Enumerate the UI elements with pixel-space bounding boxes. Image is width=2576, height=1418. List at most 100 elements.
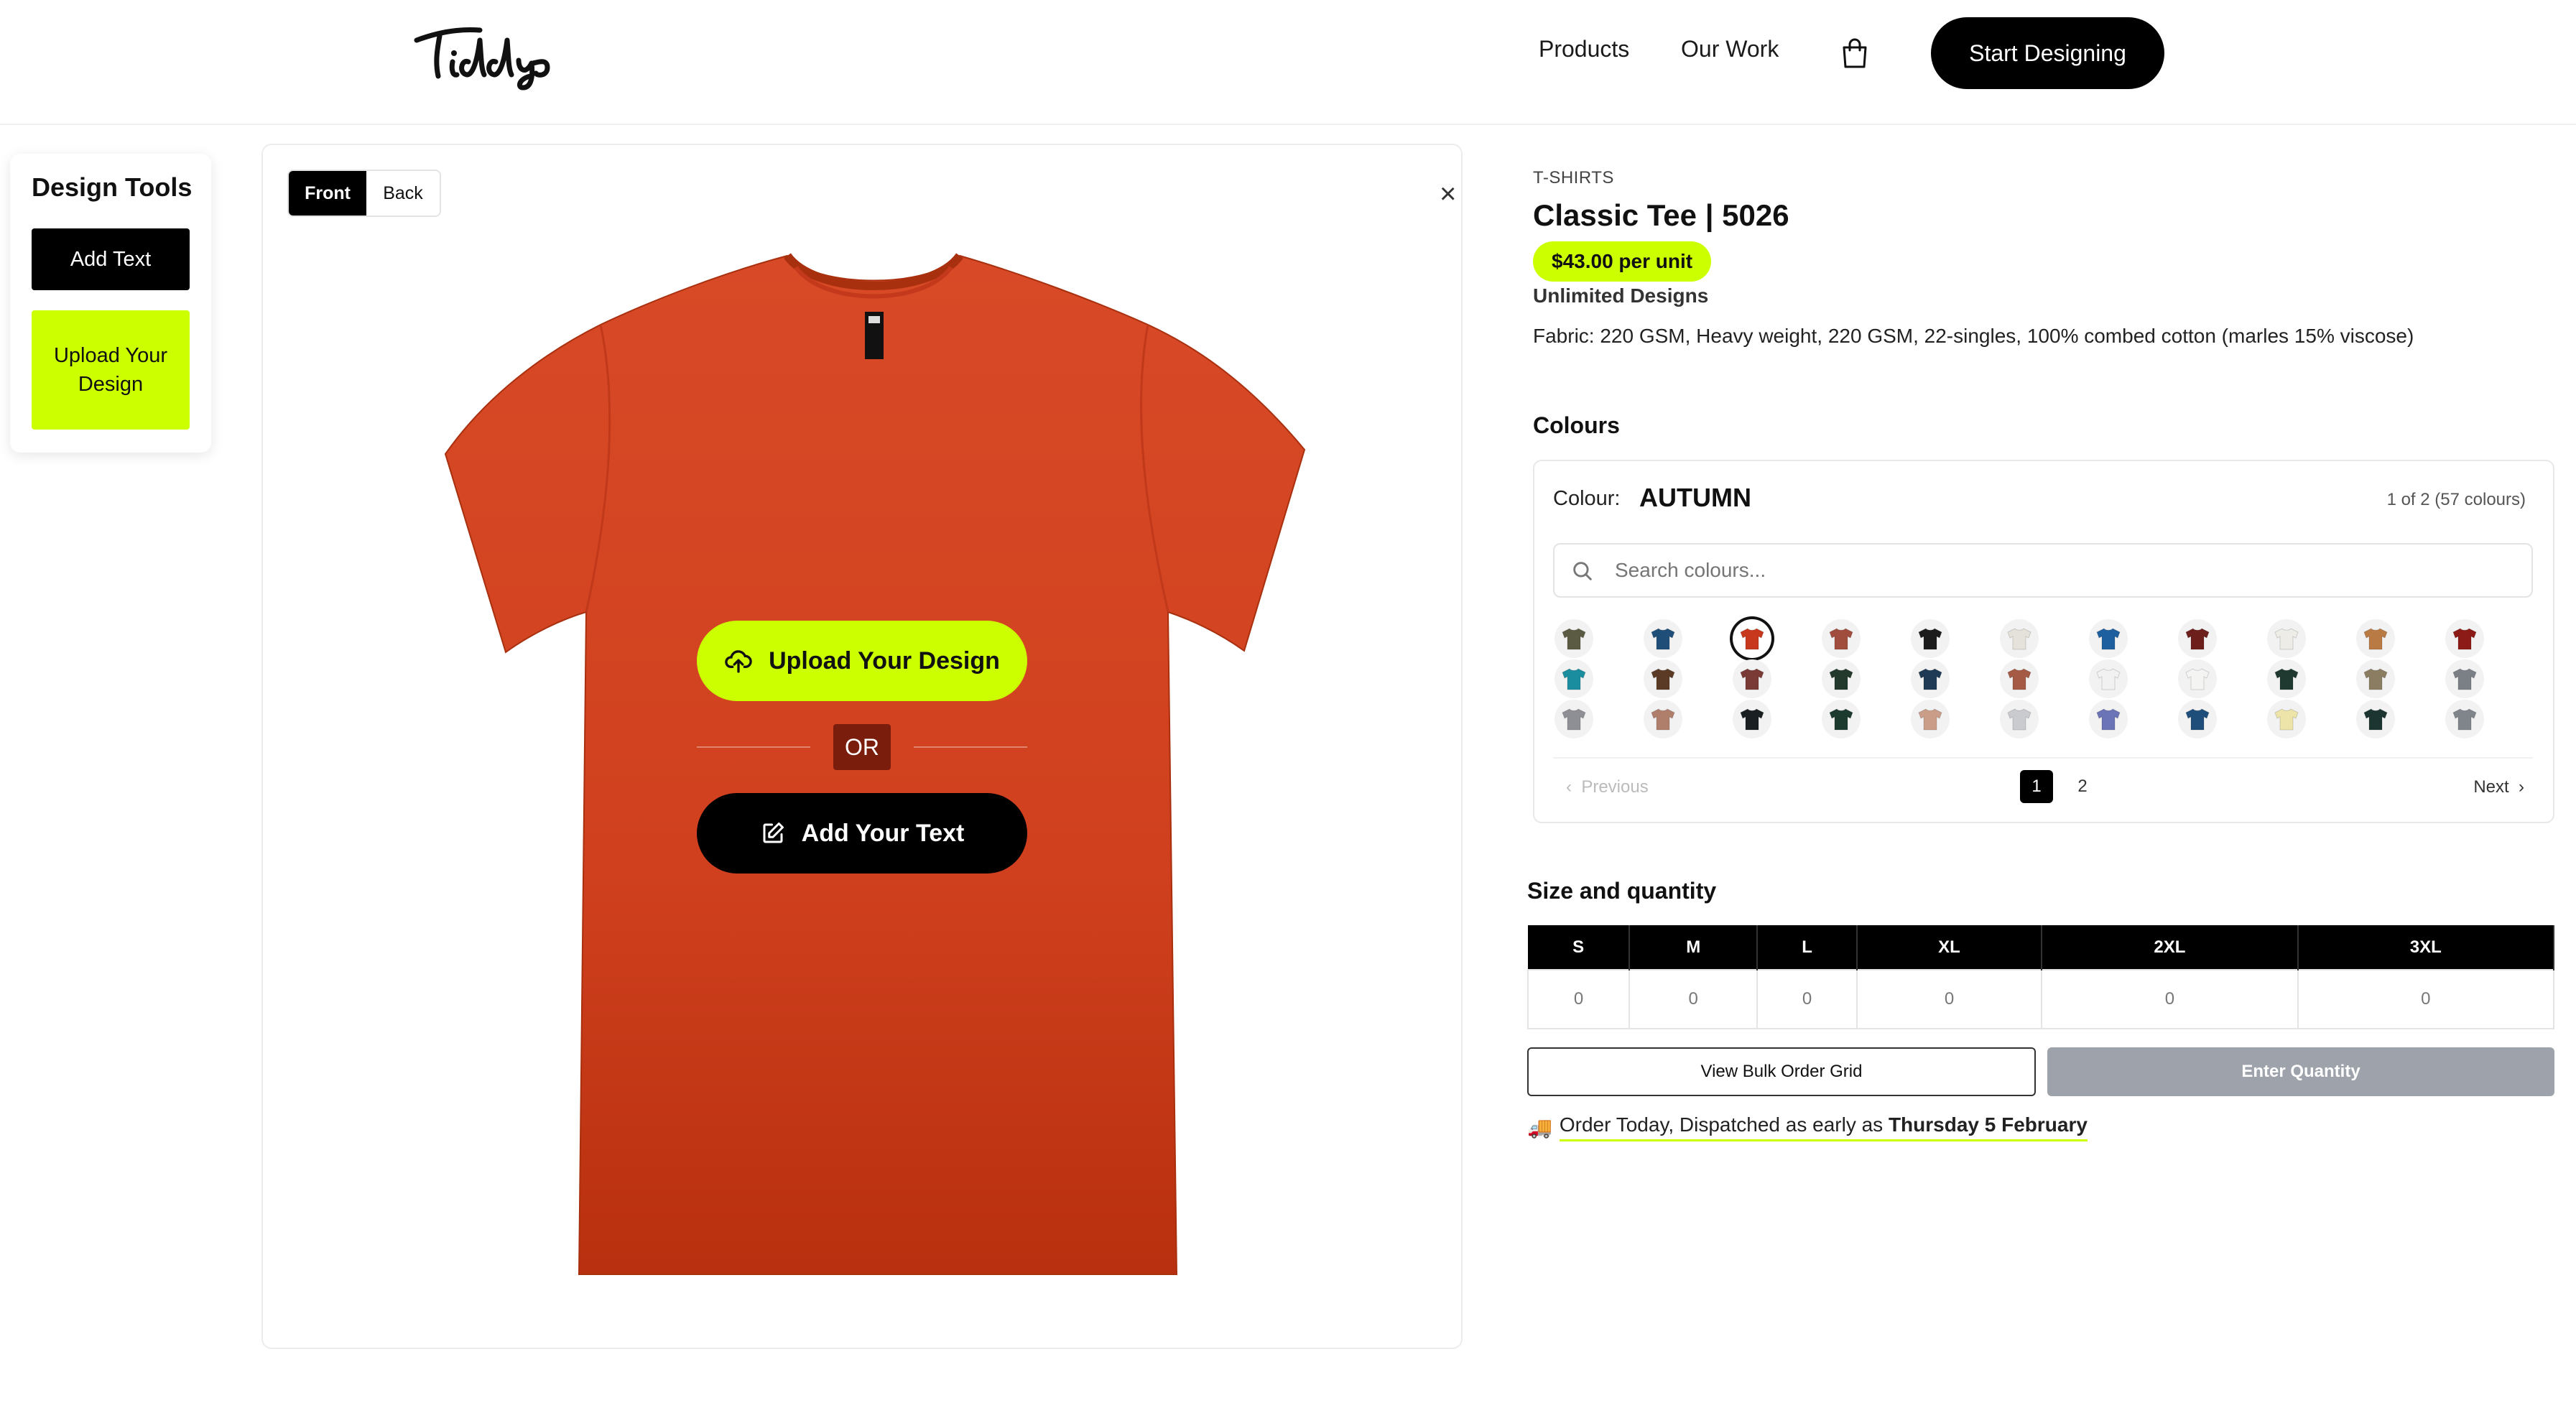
colour-count: 1 of 2 (57 colours) [2386,490,2526,509]
colour-swatch[interactable] [2445,700,2484,738]
colour-swatch[interactable] [2089,700,2128,738]
fabric-description: Fabric: 220 GSM, Heavy weight, 220 GSM, … [1533,325,2414,347]
colour-swatch[interactable] [1733,700,1771,738]
colour-swatch[interactable] [2089,619,2128,658]
colour-swatch[interactable] [1555,659,1593,698]
logo[interactable] [411,19,555,91]
colour-swatch[interactable] [1822,700,1861,738]
quantity-l[interactable]: 0 [1756,969,1858,1029]
colour-swatch[interactable] [1911,619,1950,658]
design-tools-title: Design Tools [32,172,193,202]
tshirt-icon [2274,628,2299,650]
colour-swatch[interactable] [1644,700,1682,738]
upload-your-design-button[interactable]: Upload Your Design [697,621,1027,701]
colour-picker: Colour: AUTUMN 1 of 2 (57 colours) ‹ Pre… [1533,460,2554,823]
size-header-s: S [1528,925,1631,970]
quantity-m[interactable]: 0 [1628,969,1759,1029]
previous-page-link[interactable]: ‹ Previous [1566,777,1649,797]
colour-swatch[interactable] [2445,619,2484,658]
price-badge: $43.00 per unit [1533,241,1712,282]
colour-swatch[interactable] [1911,659,1950,698]
truck-icon: 🚚 [1527,1116,1552,1139]
nav-our-work[interactable]: Our Work [1681,36,1779,62]
upload-your-design-label: Upload Your Design [769,647,1000,675]
previous-label: Previous [1581,777,1649,797]
tshirt-icon [1829,628,1853,650]
tshirt-icon [2185,668,2210,690]
design-canvas: Front Back × Upload Your Design OR Add Y… [261,144,1463,1349]
tshirt-icon [1562,668,1586,690]
colour-swatch[interactable] [2000,659,2039,698]
colour-swatch[interactable] [2356,619,2395,658]
tshirt-icon [1740,708,1764,731]
tshirt-icon [1651,708,1675,731]
colour-swatch[interactable] [2000,619,2039,658]
colour-swatch[interactable] [1733,659,1771,698]
colour-swatch[interactable] [1822,659,1861,698]
size-header-row: S M L XL 2XL 3XL [1528,925,2555,970]
search-colours-input[interactable] [1553,543,2533,598]
colour-swatch[interactable] [2356,700,2395,738]
next-label: Next [2473,777,2509,797]
tshirt-icon [2185,628,2210,650]
quantity-row: 0 0 0 0 0 0 [1526,969,2555,1029]
tshirt-icon [2096,668,2121,690]
product-title: Classic Tee | 5026 [1533,198,1789,232]
tshirt-icon [1562,708,1586,731]
add-text-button[interactable]: Add Text [32,228,190,290]
add-your-text-button[interactable]: Add Your Text [697,793,1027,873]
next-page-link[interactable]: Next › [2473,777,2524,797]
quantity-3xl[interactable]: 0 [2297,969,2555,1029]
tshirt-icon [1740,668,1764,690]
colour-swatch[interactable] [2178,700,2217,738]
tab-front[interactable]: Front [289,171,366,216]
colour-swatch[interactable] [1555,619,1593,658]
tshirt-icon [2185,708,2210,731]
tshirt-icon [1651,628,1675,650]
dispatch-text-wrap: Order Today, Dispatched as early as Thur… [1559,1113,2088,1141]
page-1-button[interactable]: 1 [2020,770,2053,803]
colour-swatch[interactable] [2267,700,2306,738]
colour-swatch[interactable] [1644,619,1682,658]
colour-swatch[interactable] [1733,619,1771,658]
tshirt-icon [1651,668,1675,690]
page-2-button[interactable]: 2 [2066,770,2099,803]
shopping-bag-icon[interactable] [1840,37,1869,69]
colour-swatch[interactable] [2178,659,2217,698]
tab-back[interactable]: Back [366,171,440,216]
tshirt-icon [1918,708,1942,731]
colour-swatch[interactable] [1555,700,1593,738]
colour-swatch[interactable] [2267,619,2306,658]
colour-swatch[interactable] [2000,700,2039,738]
colour-swatch[interactable] [2089,659,2128,698]
close-icon[interactable]: × [1440,180,1456,208]
size-quantity-table: S M L XL 2XL 3XL 0 0 0 0 0 0 [1526,925,2555,1029]
enter-quantity-button[interactable]: Enter Quantity [2047,1047,2554,1096]
quantity-s[interactable]: 0 [1526,969,1631,1029]
upload-design-button[interactable]: Upload Your Design [32,310,190,430]
nav-products[interactable]: Products [1539,36,1629,62]
tshirt-icon [2452,628,2477,650]
colour-swatch[interactable] [2356,659,2395,698]
colour-swatch[interactable] [2267,659,2306,698]
tshirt-icon [2452,668,2477,690]
size-header-2xl: 2XL [2042,925,2299,970]
view-bulk-order-grid-button[interactable]: View Bulk Order Grid [1527,1047,2036,1096]
size-quantity-heading: Size and quantity [1527,878,1717,904]
add-your-text-label: Add Your Text [801,819,965,847]
quantity-2xl[interactable]: 0 [2041,969,2299,1029]
colour-swatch[interactable] [1822,619,1861,658]
size-header-3xl: 3XL [2297,925,2555,970]
colour-swatch[interactable] [2445,659,2484,698]
tshirt-icon [2452,708,2477,731]
dispatch-text: Order Today, Dispatched as early as [1559,1113,1884,1136]
quantity-xl[interactable]: 0 [1855,969,2043,1029]
dispatch-date: Thursday 5 February [1888,1113,2088,1136]
start-designing-button[interactable]: Start Designing [1931,17,2164,89]
colour-swatch[interactable] [2178,619,2217,658]
tshirt-icon [2363,628,2388,650]
colour-swatch[interactable] [1644,659,1682,698]
tshirt-icon [2096,628,2121,650]
colour-swatch[interactable] [1911,700,1950,738]
site-header: Products Our Work Start Designing [0,0,2576,125]
